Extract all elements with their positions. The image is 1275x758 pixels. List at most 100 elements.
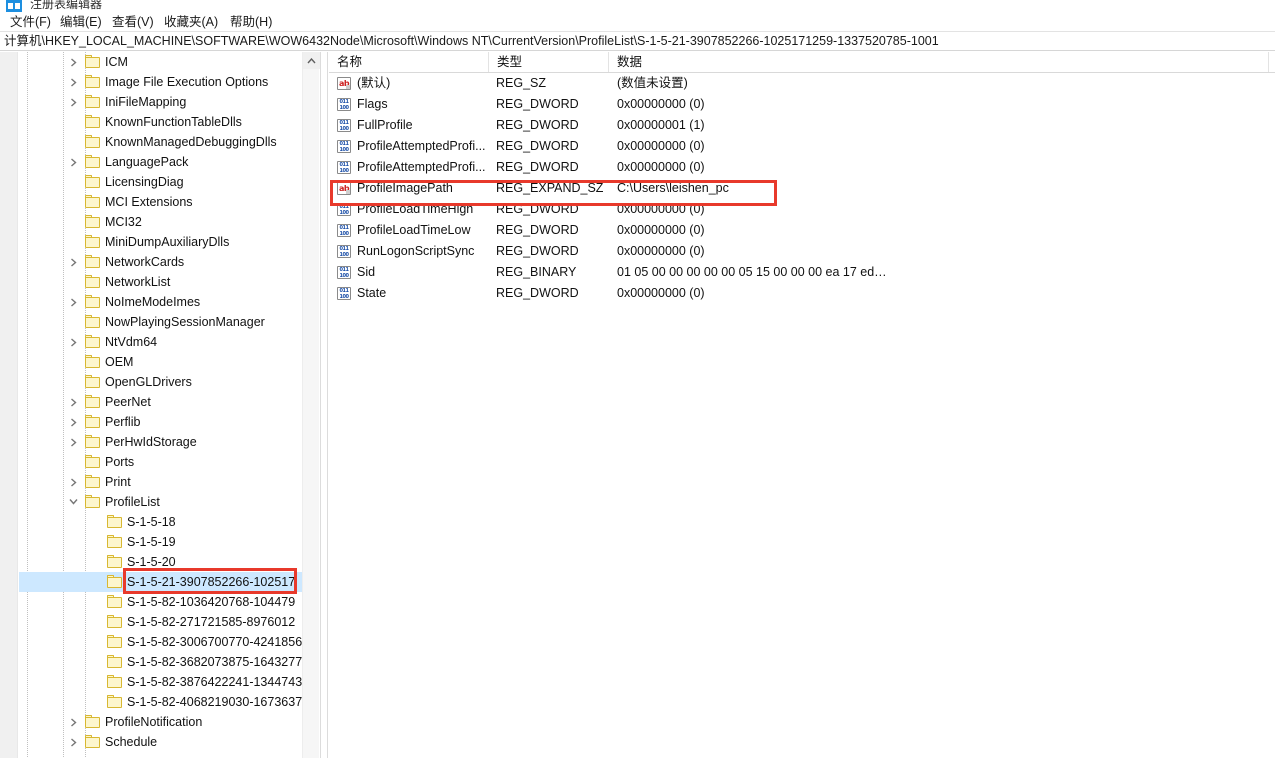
chevron-right-icon[interactable] xyxy=(65,332,81,352)
value-row[interactable]: 011 100 RunLogonScriptSync REG_DWORD 0x00000… xyxy=(329,241,1275,262)
value-type: REG_BINARY xyxy=(496,265,577,279)
dword-value-icon: 011 100 xyxy=(337,287,351,300)
chevron-right-icon[interactable] xyxy=(65,152,81,172)
tree-item-label: S-1-5-82-3682073875-1643277 xyxy=(127,655,303,669)
tree-item[interactable]: MCI Extensions xyxy=(19,192,319,212)
tree-item[interactable]: NtVdm64 xyxy=(19,332,319,352)
chevron-right-icon[interactable] xyxy=(65,72,81,92)
tree-item[interactable]: S-1-5-18 xyxy=(19,512,319,532)
tree-item[interactable]: LicensingDiag xyxy=(19,172,319,192)
tree-item[interactable]: S-1-5-82-271721585-8976012 xyxy=(19,612,319,632)
tree-item[interactable]: NetworkList xyxy=(19,272,319,292)
tree-item[interactable]: S-1-5-82-3876422241-1344743 xyxy=(19,672,319,692)
value-data: C:\Users\leishen_pc xyxy=(617,181,729,195)
tree-item[interactable]: NoImeModeImes xyxy=(19,292,319,312)
folder-icon xyxy=(85,115,100,128)
tree-item[interactable]: ProfileList xyxy=(19,492,319,512)
folder-icon xyxy=(85,415,100,428)
value-row[interactable]: 011 100 ProfileAttemptedProfi... REG_DWORD 0… xyxy=(329,157,1275,178)
menu-bar: 文件(F) 编辑(E) 查看(V) 收藏夹(A) 帮助(H) xyxy=(0,13,1275,31)
tree-item[interactable]: S-1-5-82-4068219030-1673637 xyxy=(19,692,319,712)
tree-item[interactable]: NowPlayingSessionManager xyxy=(19,312,319,332)
chevron-right-icon[interactable] xyxy=(65,292,81,312)
tree-item-selected[interactable]: S-1-5-21-3907852266-102517 xyxy=(19,572,319,592)
tree-item[interactable]: PerHwIdStorage xyxy=(19,432,319,452)
value-row[interactable]: 011 100 Sid REG_BINARY 01 05 00 00 00 00 00 … xyxy=(329,262,1275,283)
tree-item-label: OpenGLDrivers xyxy=(105,375,192,389)
tree-item[interactable]: Image File Execution Options xyxy=(19,72,319,92)
column-header-2[interactable]: 数据 xyxy=(609,52,1269,72)
folder-icon xyxy=(85,495,100,508)
tree-item[interactable]: MCI32 xyxy=(19,212,319,232)
chevron-up-icon[interactable] xyxy=(303,52,320,69)
tree-item[interactable]: IniFileMapping xyxy=(19,92,319,112)
tree-item-label: S-1-5-82-1036420768-104479 xyxy=(127,595,296,609)
value-row[interactable]: 011 100 ProfileAttemptedProfi... REG_DWORD 0… xyxy=(329,136,1275,157)
tree-item-label: S-1-5-21-3907852266-102517 xyxy=(127,575,296,589)
chevron-right-icon[interactable] xyxy=(65,92,81,112)
menu-item-1[interactable]: 编辑(E) xyxy=(58,13,104,31)
panel-splitter[interactable] xyxy=(320,52,328,758)
value-row[interactable]: 011 100 ProfileLoadTimeLow REG_DWORD 0x00000… xyxy=(329,220,1275,241)
value-row[interactable]: 011 100 State REG_DWORD 0x00000000 (0) xyxy=(329,283,1275,304)
menu-item-4[interactable]: 帮助(H) xyxy=(228,13,274,31)
chevron-right-icon[interactable] xyxy=(65,712,81,732)
tree-item[interactable]: OpenGLDrivers xyxy=(19,372,319,392)
tree-item[interactable]: KnownFunctionTableDlls xyxy=(19,112,319,132)
folder-icon xyxy=(107,595,122,608)
tree-item-label: S-1-5-82-3006700770-4241856 xyxy=(127,635,303,649)
chevron-right-icon[interactable] xyxy=(65,472,81,492)
menu-item-3[interactable]: 收藏夹(A) xyxy=(162,13,220,31)
tree-item[interactable]: ICM xyxy=(19,52,319,72)
chevron-right-icon[interactable] xyxy=(65,252,81,272)
tree-item[interactable]: MiniDumpAuxiliaryDlls xyxy=(19,232,319,252)
folder-icon xyxy=(85,95,100,108)
menu-item-2[interactable]: 查看(V) xyxy=(110,13,156,31)
column-header-1[interactable]: 类型 xyxy=(489,52,609,72)
menu-item-0[interactable]: 文件(F) xyxy=(8,13,53,31)
value-name: ProfileLoadTimeLow xyxy=(357,223,471,237)
dword-value-icon: 011 100 xyxy=(337,98,351,111)
tree-item[interactable]: PeerNet xyxy=(19,392,319,412)
tree-item[interactable]: S-1-5-20 xyxy=(19,552,319,572)
registry-value-list[interactable]: 名称 类型 数据 ab (默认) REG_SZ (数值未设置) 011 100 Flags REG… xyxy=(329,52,1275,758)
tree-item[interactable]: S-1-5-19 xyxy=(19,532,319,552)
folder-icon xyxy=(85,215,100,228)
tree-item[interactable]: OEM xyxy=(19,352,319,372)
tree-item[interactable]: ProfileNotification xyxy=(19,712,319,732)
tree-item[interactable]: Perflib xyxy=(19,412,319,432)
tree-item[interactable]: Ports xyxy=(19,452,319,472)
column-header-0[interactable]: 名称 xyxy=(329,52,489,72)
tree-item[interactable]: KnownManagedDebuggingDlls xyxy=(19,132,319,152)
chevron-down-icon[interactable] xyxy=(65,492,81,512)
value-row[interactable]: ab ProfileImagePath REG_EXPAND_SZ C:\Users\… xyxy=(329,178,1275,199)
chevron-right-icon[interactable] xyxy=(65,412,81,432)
tree-item[interactable]: Schedule xyxy=(19,732,319,752)
folder-icon xyxy=(107,575,122,588)
tree-item[interactable]: S-1-5-82-3682073875-1643277 xyxy=(19,652,319,672)
chevron-right-icon[interactable] xyxy=(65,732,81,752)
title-bar: 注册表编辑器 xyxy=(0,0,1275,13)
tree-item[interactable]: Print xyxy=(19,472,319,492)
value-row[interactable]: 011 100 ProfileLoadTimeHigh REG_DWORD 0x0000… xyxy=(329,199,1275,220)
dword-value-icon: 011 100 xyxy=(337,119,351,132)
value-row[interactable]: ab (默认) REG_SZ (数值未设置) xyxy=(329,73,1275,94)
tree-item[interactable]: S-1-5-82-3006700770-4241856 xyxy=(19,632,319,652)
tree-item-label: ProfileNotification xyxy=(105,715,203,729)
value-row[interactable]: 011 100 FullProfile REG_DWORD 0x00000001 (1) xyxy=(329,115,1275,136)
chevron-right-icon[interactable] xyxy=(65,432,81,452)
window-title: 注册表编辑器 xyxy=(30,0,103,11)
value-row[interactable]: 011 100 Flags REG_DWORD 0x00000000 (0) xyxy=(329,94,1275,115)
value-data: 0x00000000 (0) xyxy=(617,223,705,237)
registry-key-tree[interactable]: ICM Image File Execution Options IniFileMa… xyxy=(19,52,319,758)
tree-vertical-scrollbar[interactable] xyxy=(302,52,320,758)
folder-icon xyxy=(85,355,100,368)
folder-icon xyxy=(85,135,100,148)
chevron-right-icon[interactable] xyxy=(65,392,81,412)
tree-item[interactable]: LanguagePack xyxy=(19,152,319,172)
tree-item[interactable]: NetworkCards xyxy=(19,252,319,272)
registry-path-text[interactable]: 计算机\HKEY_LOCAL_MACHINE\SOFTWARE\WOW6432N… xyxy=(4,32,939,51)
chevron-right-icon[interactable] xyxy=(65,52,81,72)
address-bar[interactable]: 计算机\HKEY_LOCAL_MACHINE\SOFTWARE\WOW6432N… xyxy=(0,31,1275,51)
tree-item[interactable]: S-1-5-82-1036420768-104479 xyxy=(19,592,319,612)
